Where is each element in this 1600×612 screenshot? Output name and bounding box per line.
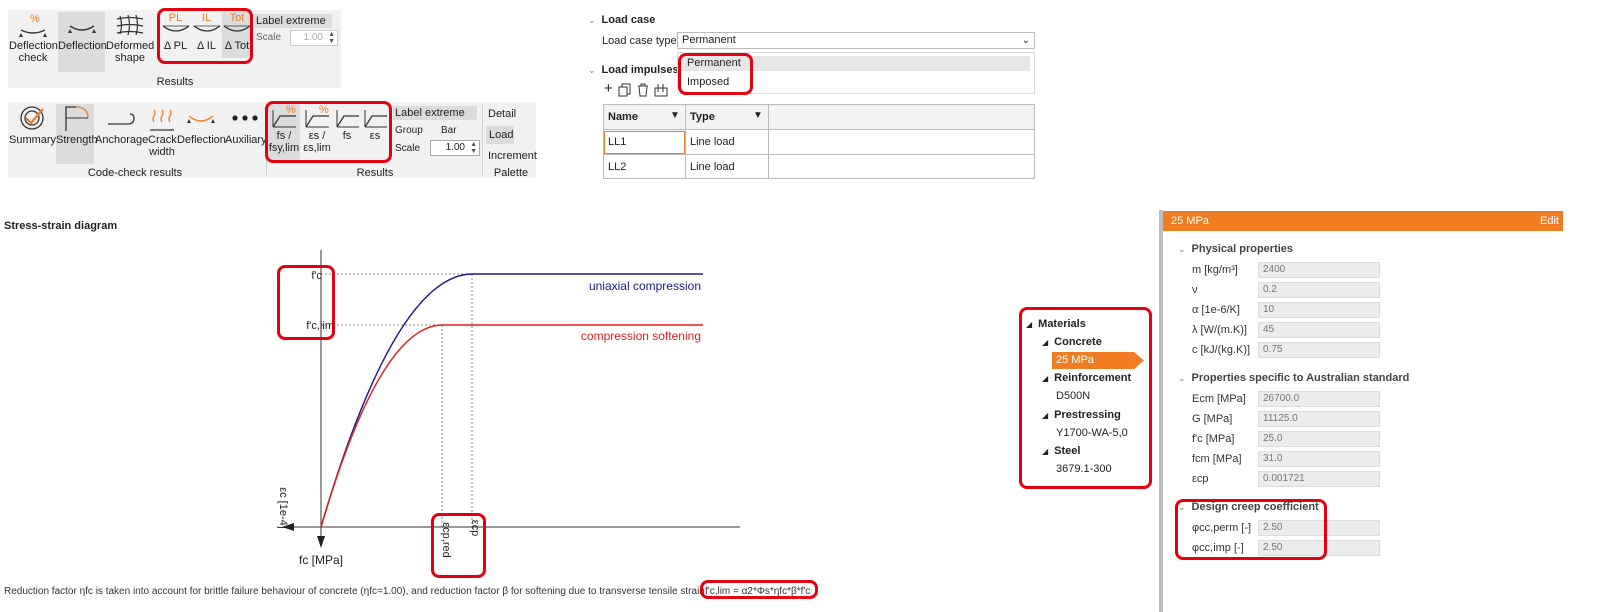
collapse-icon[interactable]: ◢ — [1042, 447, 1048, 456]
label-fc: f'c — [311, 270, 322, 282]
tree-group-concrete[interactable]: ◢ Concrete — [1042, 336, 1102, 348]
physical-properties-title: Physical properties — [1191, 243, 1294, 255]
collapse-icon[interactable]: ◢ — [1042, 338, 1048, 347]
collapse-icon[interactable]: ◢ — [1042, 411, 1048, 420]
eps-cp-label: εcp — [469, 520, 481, 537]
tree-group-reinforcement[interactable]: ◢ Reinforcement — [1042, 372, 1131, 384]
aus-properties-title: Properties specific to Australian standa… — [1191, 372, 1410, 384]
prop-value: 2.50 — [1258, 540, 1380, 556]
collapse-icon[interactable]: ◢ — [1026, 320, 1032, 329]
prop-label: fcm [MPa] — [1192, 453, 1242, 465]
tree-item-selected[interactable]: 25 MPa — [1052, 352, 1144, 369]
column-divider — [768, 105, 769, 178]
prop-value: 10 — [1258, 302, 1380, 318]
x-axis-label: εc [1e-4] — [277, 487, 289, 529]
diagram-note: Reduction factor ηfc is taken into accou… — [4, 586, 705, 597]
tree-item-reinforcement[interactable]: D500N — [1056, 390, 1090, 402]
tree-group-label: Reinforcement — [1054, 372, 1132, 384]
chevron-down-icon: ⌄ — [1178, 502, 1186, 512]
prop-value: 2.50 — [1258, 520, 1380, 536]
tree-root-materials[interactable]: ◢ Materials — [1026, 318, 1086, 330]
prop-label: c [kJ/(kg.K)] — [1192, 344, 1251, 356]
tree-group-label: Prestressing — [1054, 409, 1121, 421]
panel-left-border — [1159, 210, 1163, 612]
creep-title: Design creep coefficient — [1191, 501, 1319, 513]
series-softening-name: compression softening — [581, 329, 701, 343]
formula-text: f'c,lim = α2*Φs*ηfc*β*f'c — [705, 586, 811, 597]
chevron-down-icon: ⌄ — [1178, 244, 1186, 254]
prop-label: ν — [1192, 284, 1198, 296]
series-uniaxial-curve — [320, 273, 703, 528]
chevron-down-icon: ⌄ — [1178, 373, 1186, 383]
prop-label: φcc,imp [-] — [1192, 542, 1244, 554]
prop-value: 2400 — [1258, 262, 1380, 278]
prop-label: Ecm [MPa] — [1192, 393, 1246, 405]
physical-properties-header[interactable]: ⌄ Physical properties — [1178, 243, 1293, 255]
creep-header[interactable]: ⌄ Design creep coefficient — [1178, 501, 1319, 513]
prop-value: 45 — [1258, 322, 1380, 338]
edit-button[interactable]: Edit — [1540, 215, 1559, 227]
tree-item-prestressing[interactable]: Y1700-WA-5,0 — [1056, 427, 1128, 439]
prop-value: 0.001721 — [1258, 471, 1380, 487]
tree-group-label: Steel — [1054, 445, 1081, 457]
properties-header: 25 MPa Edit — [1163, 211, 1563, 231]
properties-header-title: 25 MPa — [1171, 215, 1209, 227]
prop-label: m [kg/m³] — [1192, 264, 1238, 276]
series-uniaxial-name: uniaxial compression — [589, 279, 701, 293]
prop-label: λ [W/(m.K)] — [1192, 324, 1247, 336]
aus-properties-header[interactable]: ⌄ Properties specific to Australian stand… — [1178, 372, 1409, 384]
prop-value: 31.0 — [1258, 451, 1380, 467]
prop-label: εcp — [1192, 473, 1209, 485]
tree-item-steel[interactable]: 3679.1-300 — [1056, 463, 1112, 475]
y-arrow-icon — [317, 536, 325, 548]
note-text: Reduction factor ηfc is taken into accou… — [4, 586, 705, 597]
prop-value: 0.2 — [1258, 282, 1380, 298]
tree-root-label: Materials — [1038, 318, 1086, 330]
tree-group-steel[interactable]: ◢ Steel — [1042, 445, 1080, 457]
label-fclim: f'c,lim — [306, 320, 334, 332]
prop-label: G [MPa] — [1192, 413, 1233, 425]
prop-value: 0.75 — [1258, 342, 1380, 358]
series-softening-curve — [320, 324, 703, 528]
eps-red-label: εcp,red — [440, 522, 452, 557]
prop-label: α [1e-6/K] — [1192, 304, 1240, 316]
chevron-down-icon: ⌄ — [1021, 35, 1030, 46]
prop-label: f'c [MPa] — [1192, 433, 1235, 445]
y-axis-label: fc [MPa] — [299, 553, 343, 567]
tree-group-prestressing[interactable]: ◢ Prestressing — [1042, 409, 1121, 421]
stress-strain-chart: f'c f'c,lim uniaxial compression compres… — [277, 250, 740, 567]
collapse-icon[interactable]: ◢ — [1042, 374, 1048, 383]
tree-item-label: 25 MPa — [1056, 354, 1094, 366]
prop-value: 25.0 — [1258, 431, 1380, 447]
prop-label: φcc,perm [-] — [1192, 522, 1252, 534]
prop-value: 11125.0 — [1258, 411, 1380, 427]
prop-value: 26700.0 — [1258, 391, 1380, 407]
tree-group-label: Concrete — [1054, 336, 1102, 348]
